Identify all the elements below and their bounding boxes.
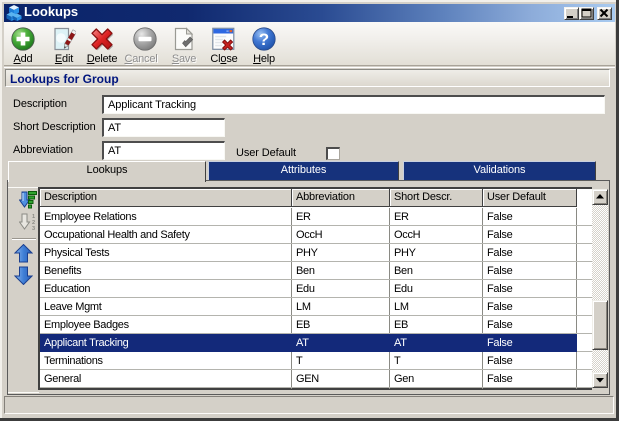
svg-text:?: ? [259, 30, 269, 49]
svg-text:3: 3 [32, 226, 35, 231]
